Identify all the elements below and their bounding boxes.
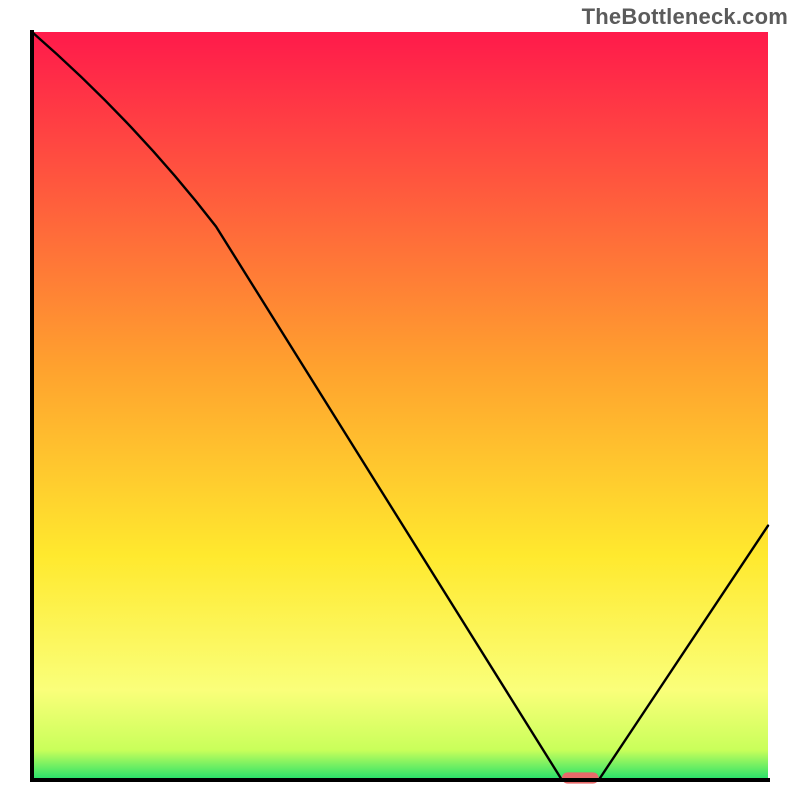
chart-background-gradient bbox=[32, 32, 768, 780]
bottleneck-chart: TheBottleneck.com bbox=[0, 0, 800, 800]
watermark-text: TheBottleneck.com bbox=[582, 4, 788, 30]
chart-svg bbox=[0, 0, 800, 800]
